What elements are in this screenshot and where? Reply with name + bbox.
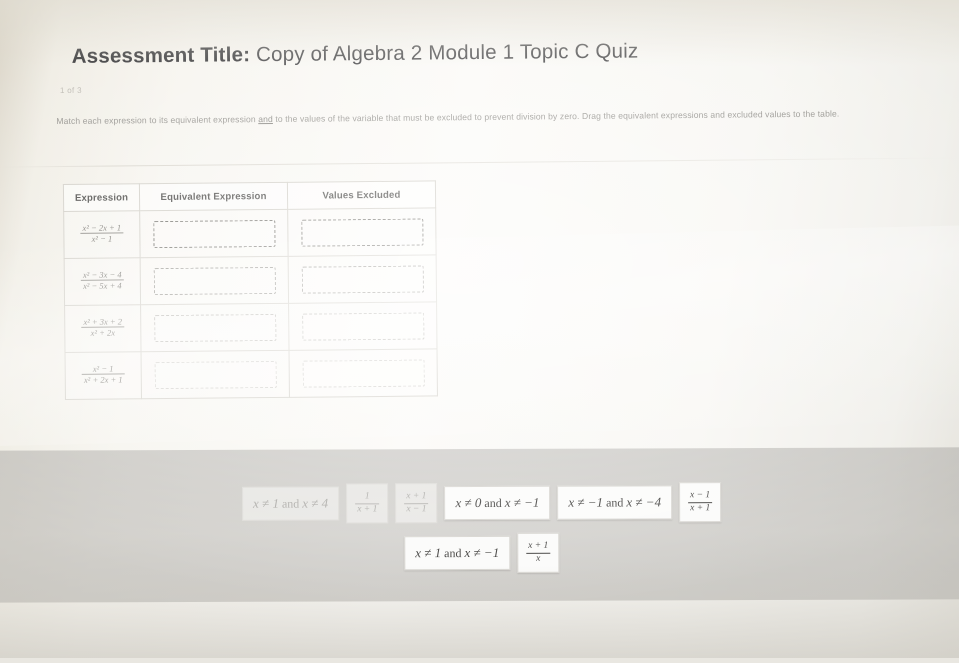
cell-equivalent-expression [139,209,289,258]
cell-equivalent-expression [141,350,290,399]
answer-tile-conjunction: and [606,494,624,510]
answer-tile-condition-left: x ≠ 1 [253,495,279,511]
answer-tile-excluded-values[interactable]: x ≠ 0 and x ≠ −1 [444,485,551,521]
cell-expression: x² − 2x + 1 x² − 1 [63,210,141,259]
expression-denominator: x² + 2x [90,327,116,338]
expression-denominator: x² − 5x + 4 [83,280,122,291]
expression-fraction: x² + 3x + 2 x² + 2x [81,316,125,338]
instructions-text: Match each expression to its equivalent … [56,106,904,129]
table-row: x² + 3x + 2 x² + 2x [64,301,438,353]
column-header-equivalent-expression: Equivalent Expression [139,182,288,211]
answer-tile-fraction[interactable]: x + 1x [517,532,560,573]
answer-tile-conjunction: and [444,545,462,560]
cell-expression: x² − 3x − 4 x² − 5x + 4 [64,257,141,306]
expression-fraction: x² − 1 x² + 2x + 1 [81,363,125,385]
expression-numerator: x² − 1 [81,363,125,375]
answer-tile-denominator: x − 1 [406,503,427,514]
answer-tile-fraction-body: x + 1x [526,541,551,564]
answer-tile-excluded-values[interactable]: x ≠ −1 and x ≠ −4 [557,485,673,520]
column-header-expression: Expression [63,183,140,212]
answer-tile-conjunction: and [281,496,300,511]
page-counter: 1 of 3 [59,85,82,96]
section-divider [0,157,958,168]
cell-expression: x² − 1 x² + 2x + 1 [65,351,142,400]
table-row: x² − 1 x² + 2x + 1 [65,348,438,400]
expression-denominator: x² + 2x + 1 [83,374,123,385]
answer-tile-numerator: x + 1 [526,541,551,554]
expression-numerator: x² + 3x + 2 [81,316,125,328]
answer-tile-fraction-body: x − 1x + 1 [688,490,713,513]
answer-tile-condition-left: x ≠ −1 [568,494,604,510]
matching-table: Expression Equivalent Expression Values … [62,180,438,400]
answer-bank-row: x ≠ 1 and x ≠ 41x + 1x + 1x − 1x ≠ 0 and x ≠… [241,482,722,524]
answer-tile-condition-right: x ≠ −4 [626,494,662,510]
cell-values-excluded [288,301,438,351]
quiz-page: Assessment Title: Copy of Algebra 2 Modu… [0,0,959,663]
answer-tile-condition-right: x ≠ −1 [504,494,540,510]
answer-tile-denominator: x [536,553,541,564]
dropzone-equivalent-expression[interactable] [154,360,277,389]
answer-bank-rows: x ≠ 1 and x ≠ 41x + 1x + 1x − 1x ≠ 0 and x ≠… [0,447,959,602]
expression-numerator: x² − 3x − 4 [80,269,124,281]
dropzone-equivalent-expression[interactable] [153,313,276,342]
dropzone-values-excluded[interactable] [301,265,424,294]
dropzone-values-excluded[interactable] [302,359,425,388]
instructions-part-2: to the values of the variable that must … [272,108,840,124]
cell-equivalent-expression [140,256,289,305]
dropzone-values-excluded[interactable] [300,218,424,247]
page-title: Assessment Title: Copy of Algebra 2 Modu… [72,39,639,68]
dropzone-equivalent-expression[interactable] [153,266,276,295]
cell-expression: x² + 3x + 2 x² + 2x [64,304,142,353]
expression-fraction: x² − 2x + 1 x² − 1 [80,222,124,244]
answer-tile-condition-left: x ≠ 0 [455,494,482,511]
page-title-label: Assessment Title: [71,43,251,68]
page-title-assessment-name: Copy of Algebra 2 Module 1 Topic C Quiz [255,39,639,67]
answer-tile-numerator: 1 [355,491,380,504]
dropzone-equivalent-expression[interactable] [152,219,276,248]
cell-values-excluded [287,207,437,257]
answer-tile-fraction[interactable]: 1x + 1 [346,483,389,524]
expression-fraction: x² − 3x − 4 x² − 5x + 4 [80,269,124,291]
answer-tile-numerator: x − 1 [688,490,713,503]
answer-tile-denominator: x + 1 [690,502,711,513]
table-row: x² − 2x + 1 x² − 1 [63,207,437,259]
column-header-values-excluded: Values Excluded [287,180,436,210]
answer-tile-fraction-body: x + 1x − 1 [404,491,429,514]
expression-numerator: x² − 2x + 1 [80,222,124,234]
expression-denominator: x² − 1 [91,233,113,244]
answer-tile-fraction-body: 1x + 1 [355,491,380,515]
answer-bank-panel: x ≠ 1 and x ≠ 41x + 1x + 1x − 1x ≠ 0 and x ≠… [0,447,959,603]
cell-values-excluded [288,254,437,304]
dropzone-values-excluded[interactable] [301,312,424,341]
answer-tile-numerator: x + 1 [404,491,429,504]
answer-tile-fraction[interactable]: x + 1x − 1 [395,483,438,524]
answer-tile-fraction[interactable]: x − 1x + 1 [679,482,722,523]
answer-tile-excluded-values[interactable]: x ≠ 1 and x ≠ 4 [241,486,340,521]
answer-tile-denominator: x + 1 [357,503,378,514]
answer-tile-condition-left: x ≠ 1 [415,545,442,561]
table-header-row: Expression Equivalent Expression Values … [63,180,436,212]
cell-equivalent-expression [140,303,290,352]
answer-tile-conjunction: and [484,495,502,510]
answer-bank-row: x ≠ 1 and x ≠ −1 x + 1x [404,532,560,574]
table-row: x² − 3x − 4 x² − 5x + 4 [64,254,437,306]
cell-values-excluded [289,348,438,398]
answer-tile-condition-right: x ≠ −1 [464,544,500,561]
answer-tile-condition-right: x ≠ 4 [302,495,329,511]
answer-tile-excluded-values[interactable]: x ≠ 1 and x ≠ −1 [404,535,511,571]
instructions-part-1: Match each expression to its equivalent … [56,114,259,127]
instructions-emphasis: and [258,113,273,125]
